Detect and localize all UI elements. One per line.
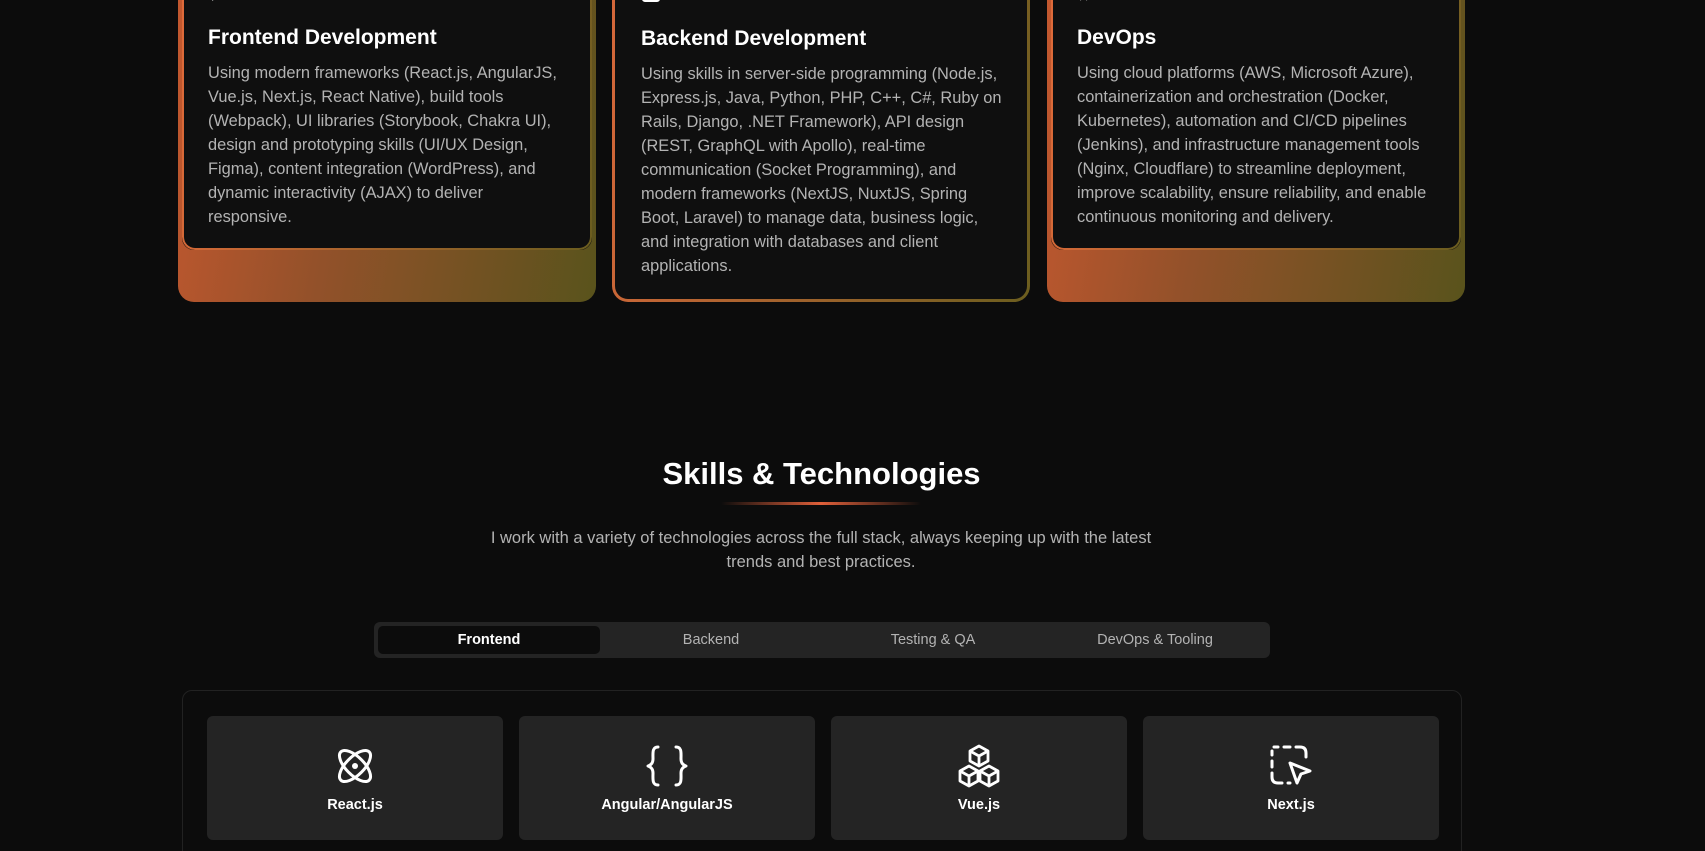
atom-icon [337, 748, 373, 784]
skill-card-next[interactable]: Next.js [1143, 716, 1439, 840]
skill-card-vue[interactable]: Vue.js [831, 716, 1127, 840]
devops-icon [1080, 0, 1088, 1]
service-description: Using modern frameworks (React.js, Angul… [208, 64, 557, 226]
skill-name: React.js [327, 797, 383, 813]
service-description: Using cloud platforms (AWS, Microsoft Az… [1077, 64, 1427, 226]
skills-panel: React.js Angular/AngularJS Vue.js Next.j… [182, 690, 1462, 851]
service-title: Backend Development [641, 27, 867, 50]
section-description: I work with a variety of technologies ac… [490, 529, 1152, 571]
tab-testing-qa[interactable]: Testing & QA [822, 626, 1044, 654]
service-title: Frontend Development [208, 26, 437, 49]
title-underline [721, 502, 921, 505]
section-title: Skills & Technologies [662, 456, 981, 491]
server-icon [642, 0, 660, 2]
service-card-devops: DevOps Using cloud platforms (AWS, Micro… [1047, 0, 1465, 302]
boxes-icon [958, 744, 1000, 788]
tab-frontend[interactable]: Frontend [378, 626, 600, 654]
service-card-frontend: Frontend Development Using modern framew… [178, 0, 596, 302]
tab-devops-tooling[interactable]: DevOps & Tooling [1044, 626, 1266, 654]
skills-tab-bar: Frontend Backend Testing & QA DevOps & T… [374, 622, 1270, 658]
skill-name: Next.js [1267, 797, 1315, 813]
skill-card-angular[interactable]: Angular/AngularJS [519, 716, 815, 840]
skill-name: Vue.js [957, 797, 1001, 813]
cursor-select-icon [1270, 745, 1312, 785]
braces-icon [646, 745, 688, 787]
service-title: DevOps [1077, 26, 1157, 49]
skill-name: Angular/AngularJS [601, 797, 733, 813]
service-description: Using skills in server-side programming … [641, 65, 1002, 275]
tab-backend[interactable]: Backend [600, 626, 822, 654]
service-card-backend: Backend Development Using skills in serv… [612, 0, 1030, 302]
code-icon [212, 0, 214, 1]
skill-card-react[interactable]: React.js [207, 716, 503, 840]
